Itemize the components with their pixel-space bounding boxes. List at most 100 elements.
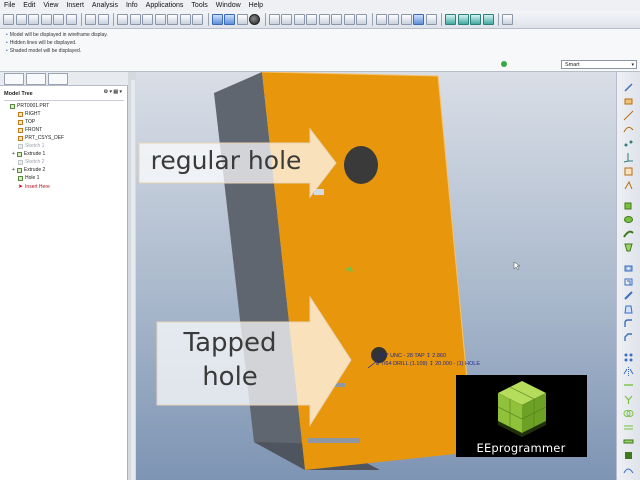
csys-icon[interactable]: [482, 14, 494, 25]
saved-views-icon[interactable]: [331, 14, 342, 25]
csys-tool-icon[interactable]: [623, 150, 634, 163]
no-hidden-icon[interactable]: [400, 14, 412, 25]
sketcher-tool-icon[interactable]: [623, 178, 634, 190]
curve-tool-icon[interactable]: [623, 122, 634, 133]
datum-plane-icon: [18, 111, 23, 117]
expand-icon[interactable]: +: [12, 167, 15, 173]
pattern-tool-icon[interactable]: [623, 350, 634, 362]
offset-tool-icon[interactable]: [623, 420, 634, 431]
menu-help[interactable]: Help: [249, 2, 263, 9]
copy-icon[interactable]: [65, 14, 77, 25]
tree-item-csys[interactable]: PRT_CSYS_DEF: [18, 135, 64, 141]
refit-icon[interactable]: [306, 14, 317, 25]
sweep-tool-icon[interactable]: [623, 226, 634, 238]
tree-item-label: FRONT: [25, 127, 43, 133]
menu-tools[interactable]: Tools: [191, 2, 207, 9]
blend-tool-icon[interactable]: [623, 240, 634, 252]
panel-sash[interactable]: [131, 80, 135, 480]
regenerate-icon[interactable]: [167, 14, 178, 25]
tab-model-tree[interactable]: [4, 73, 24, 85]
feature-toolbar: [616, 72, 640, 480]
chamfer-tool-icon[interactable]: [623, 330, 634, 341]
trim-tool-icon[interactable]: [623, 378, 634, 389]
print-icon[interactable]: [40, 14, 52, 25]
intersect-tool-icon[interactable]: [623, 406, 634, 417]
selection-filter-dropdown[interactable]: Smart ▾: [561, 60, 637, 69]
sketch-tool-icon[interactable]: [623, 80, 634, 92]
select-box-icon[interactable]: [192, 14, 203, 25]
tree-item-insert-here[interactable]: ➤ Insert Here: [18, 183, 50, 191]
shell-tool-icon[interactable]: [623, 274, 634, 286]
tree-settings-icon[interactable]: ⚙ ▾ ▤ ▾: [104, 89, 122, 95]
datum-planes-icon[interactable]: [445, 14, 456, 25]
menu-edit[interactable]: Edit: [23, 2, 35, 9]
whats-this-help-icon[interactable]: [502, 14, 513, 25]
copy-clipboard-icon[interactable]: [129, 14, 141, 25]
tree-item-front-plane[interactable]: FRONT: [18, 127, 42, 133]
plane-tool-icon[interactable]: [623, 94, 634, 105]
zoom-out-icon[interactable]: [293, 14, 305, 25]
tab-folder-browser[interactable]: [26, 73, 46, 85]
menu-analysis[interactable]: Analysis: [92, 2, 118, 9]
mirror-tool-icon[interactable]: [623, 364, 634, 376]
save-icon[interactable]: [28, 14, 39, 25]
revolve-tool-icon[interactable]: [623, 212, 634, 223]
menu-info[interactable]: Info: [126, 2, 138, 9]
find-icon[interactable]: [179, 14, 191, 25]
paste-icon[interactable]: [142, 14, 153, 25]
tree-item-extrude-1[interactable]: + Extrude 1: [12, 151, 45, 157]
tree-item-part[interactable]: PRT0001.PRT: [10, 103, 49, 109]
layers-icon[interactable]: [343, 14, 355, 25]
repaint-icon[interactable]: [268, 14, 280, 25]
reorient-icon[interactable]: [318, 14, 330, 25]
datum-axes-icon[interactable]: [457, 14, 469, 25]
hole-note-line2[interactable]: ⌀ 7/64 DRILL (1.109) ↧ 20.000 - (1) HOLE: [376, 361, 480, 367]
tree-item-extrude-2[interactable]: + Extrude 2: [12, 167, 45, 173]
thicken-tool-icon[interactable]: [623, 434, 634, 445]
tree-item-right-plane[interactable]: RIGHT: [18, 111, 41, 117]
menu-view[interactable]: View: [43, 2, 58, 9]
hole-note-line1[interactable]: 1/4-7 UNC - 28 TAP ↧ 2.860: [376, 353, 446, 359]
menu-insert[interactable]: Insert: [66, 2, 84, 9]
redo-icon[interactable]: [97, 14, 109, 25]
open-folder-icon[interactable]: [15, 14, 27, 25]
shading-icon[interactable]: [413, 14, 424, 25]
email-icon[interactable]: [53, 14, 64, 25]
tree-item-sketch-1[interactable]: Sketch 1: [18, 143, 44, 149]
spin-center-icon[interactable]: [236, 14, 248, 25]
hidden-line-icon[interactable]: [388, 14, 399, 25]
tree-item-hole-1[interactable]: Hole 1: [18, 175, 39, 181]
point-tool-icon[interactable]: [623, 136, 634, 147]
tree-item-sketch-2[interactable]: Sketch 2: [18, 159, 44, 165]
enhanced-realism-icon[interactable]: [425, 14, 437, 25]
round-tool-icon[interactable]: [623, 316, 634, 327]
datum-plane-icon: [18, 127, 23, 133]
solidify-tool-icon[interactable]: [623, 448, 634, 459]
merge-tool-icon[interactable]: [623, 392, 634, 404]
cut-icon[interactable]: [117, 14, 128, 25]
menu-file[interactable]: File: [4, 2, 15, 9]
expand-icon[interactable]: +: [12, 151, 15, 157]
paste-special-icon[interactable]: [154, 14, 166, 25]
wireframe-icon[interactable]: [375, 14, 387, 25]
extrude-tool-icon[interactable]: [623, 198, 634, 210]
analysis-tool-icon[interactable]: [623, 164, 634, 176]
tab-favorites[interactable]: [48, 73, 68, 85]
datum-display-icon[interactable]: [224, 14, 235, 25]
display-style-icon[interactable]: [211, 14, 223, 25]
hole-tool-icon[interactable]: [623, 260, 634, 272]
zoom-in-icon[interactable]: [281, 14, 292, 25]
style-tool-icon[interactable]: [623, 462, 634, 474]
rib-tool-icon[interactable]: [623, 288, 634, 300]
mouse-cursor: [513, 261, 521, 271]
new-file-icon[interactable]: [3, 14, 14, 25]
draft-tool-icon[interactable]: [623, 302, 634, 314]
menu-window[interactable]: Window: [216, 2, 241, 9]
menu-applications[interactable]: Applications: [146, 2, 184, 9]
tree-item-top-plane[interactable]: TOP: [18, 119, 35, 125]
undo-icon[interactable]: [85, 14, 96, 25]
axis-tool-icon[interactable]: [623, 108, 634, 121]
appearance-gallery-icon[interactable]: [249, 14, 260, 25]
view-manager-icon[interactable]: [356, 14, 367, 25]
datum-points-icon[interactable]: [470, 14, 481, 25]
